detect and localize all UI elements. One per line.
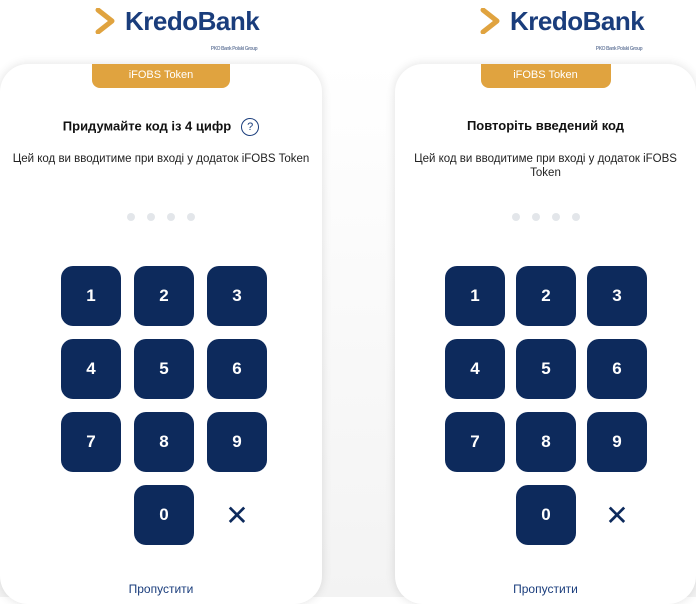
key-7[interactable]: 7 [61,412,121,472]
help-icon[interactable]: ? [241,118,260,136]
key-1[interactable]: 1 [61,266,121,326]
chevron-right-icon [95,8,115,34]
key-4[interactable]: 4 [61,339,121,399]
page-title: Придумайте код із 4 цифр? [0,118,322,136]
key-4[interactable]: 4 [445,339,505,399]
pin-dot [167,213,175,221]
brand-subtitle: PKO Bank Polski Group [595,46,643,52]
pin-indicator [0,208,322,226]
key-9[interactable]: 9 [587,412,647,472]
brand-subtitle: PKO Bank Polski Group [210,46,258,52]
phone-screen-create-code: iFOBS Token Придумайте код із 4 цифр? Це… [0,64,322,604]
pin-dot [531,213,540,221]
pin-dot [187,213,195,221]
key-1[interactable]: 1 [445,266,505,326]
delete-icon[interactable]: ✕ [587,485,647,545]
key-5[interactable]: 5 [134,339,194,399]
kredobank-logo-right: KredoBank PKO Bank Polski Group [480,8,645,52]
page-title: Повторіть введений код [466,118,625,133]
pin-dot [147,213,155,221]
pin-dot [571,213,580,221]
key-7[interactable]: 7 [445,412,505,472]
key-5[interactable]: 5 [516,339,576,399]
skip-link[interactable]: Пропустити [395,582,696,596]
pin-dot [551,213,560,221]
brand-name: KredoBank PKO Bank Polski Group [510,8,645,52]
key-6[interactable]: 6 [587,339,647,399]
phone-screen-repeat-code: iFOBS Token Повторіть введений код Цей к… [395,64,696,604]
key-8[interactable]: 8 [516,412,576,472]
key-8[interactable]: 8 [134,412,194,472]
key-0[interactable]: 0 [516,485,576,545]
key-0[interactable]: 0 [134,485,194,545]
description: Цей код ви вводитиме при вході у додаток… [12,153,310,165]
pin-indicator [395,208,696,226]
delete-icon[interactable]: ✕ [207,485,267,545]
key-2[interactable]: 2 [516,266,576,326]
chevron-right-icon [480,8,500,34]
key-2[interactable]: 2 [134,266,194,326]
title-text: Придумайте код із 4 цифр [62,118,232,134]
brand-name: KredoBank PKO Bank Polski Group [125,8,260,52]
description: Цей код ви вводитиме при вході у додаток… [414,153,677,179]
skip-link[interactable]: Пропустити [0,582,322,596]
kredobank-logo-left: KredoBank PKO Bank Polski Group [95,8,260,52]
app-tab-label: iFOBS Token [480,64,611,88]
pin-dot [511,213,520,221]
app-tab-label: iFOBS Token [92,64,230,88]
key-6[interactable]: 6 [207,339,267,399]
pin-dot [127,213,135,221]
key-3[interactable]: 3 [207,266,267,326]
key-3[interactable]: 3 [587,266,647,326]
key-9[interactable]: 9 [207,412,267,472]
